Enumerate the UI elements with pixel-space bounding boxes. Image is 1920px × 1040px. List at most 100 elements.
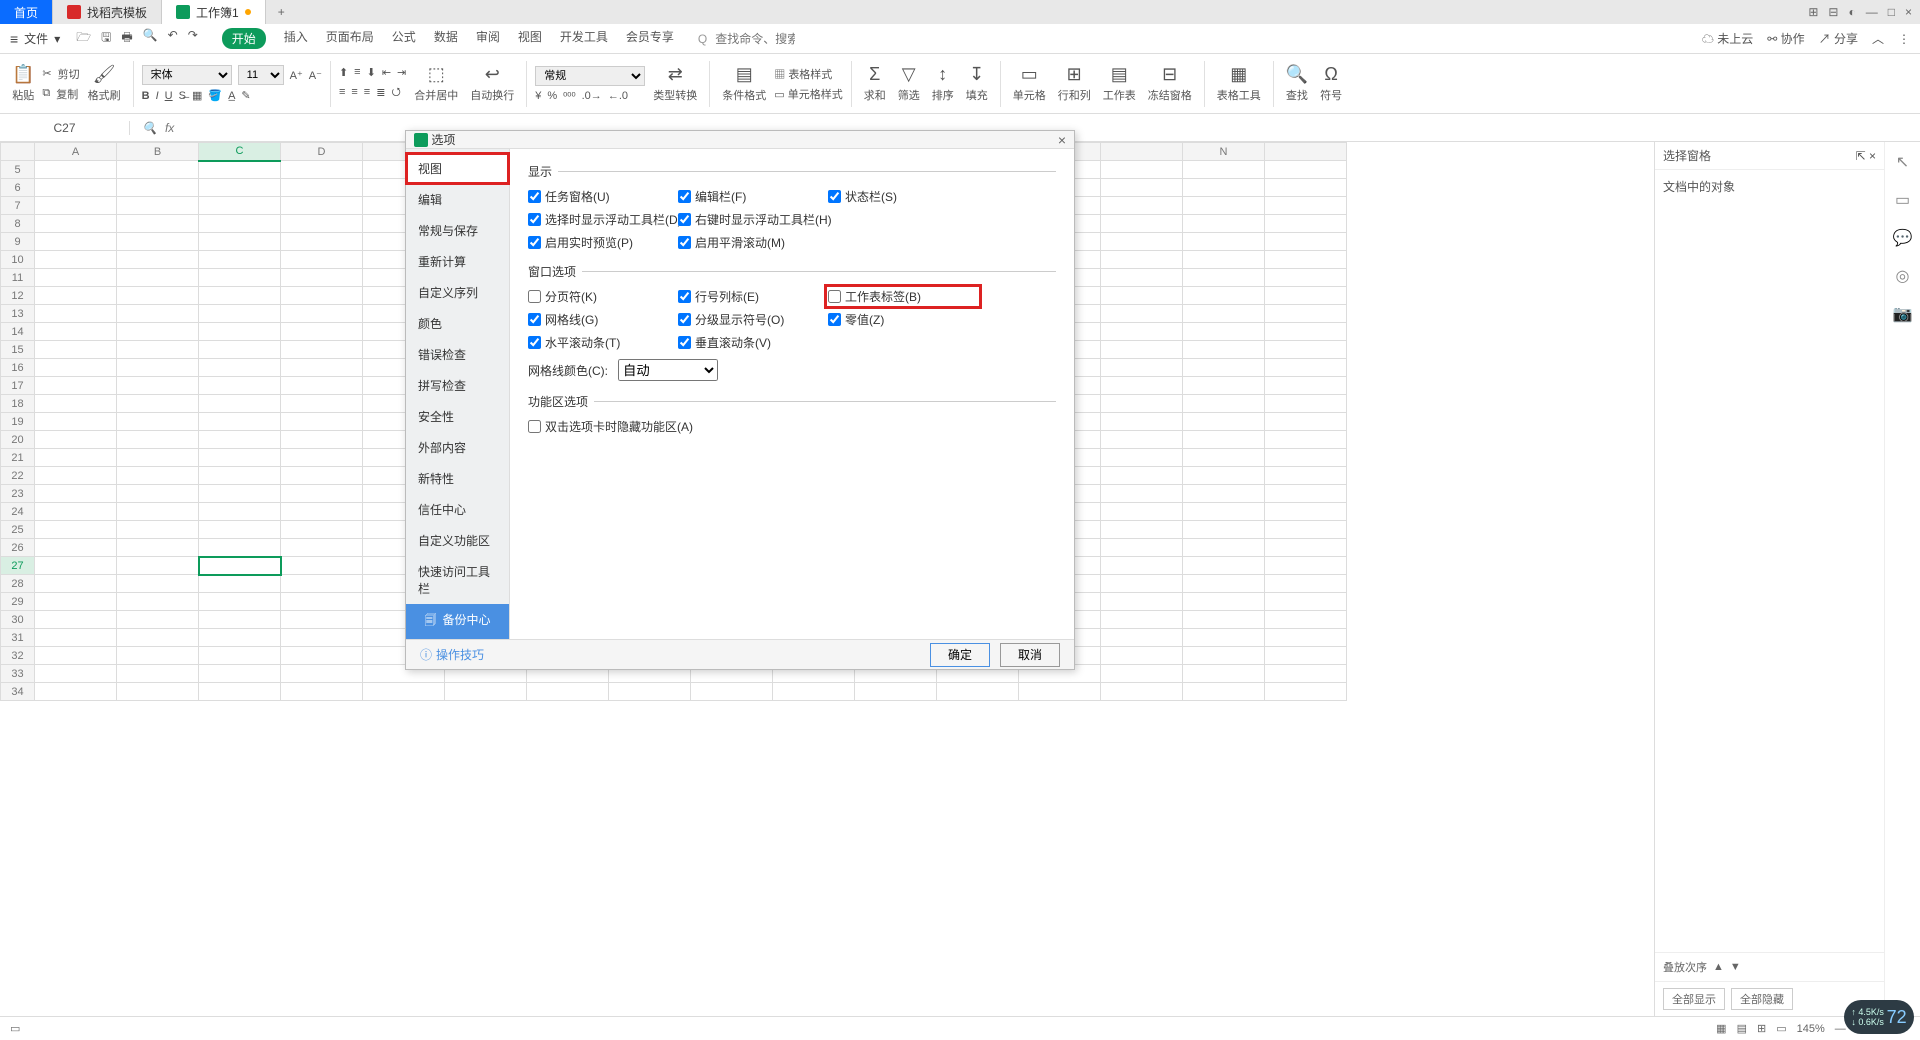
opt-zero[interactable]: 零值(Z) xyxy=(828,311,978,328)
share-button[interactable]: ↗ 分享 xyxy=(1819,30,1858,47)
opt-dblclick-hide[interactable]: 双击选项卡时隐藏功能区(A) xyxy=(528,418,1056,435)
ribbon-tab-view[interactable]: 视图 xyxy=(518,28,542,49)
wrap-text[interactable]: ↩自动换行 xyxy=(466,64,518,103)
layout-icon[interactable]: ⊞ xyxy=(1808,5,1818,19)
phonetic-icon[interactable]: ✎ xyxy=(241,89,250,102)
table-style[interactable]: ▦ 表格样式 xyxy=(774,66,842,82)
format-painter[interactable]: 🖌格式刷 xyxy=(84,64,125,103)
nav-newfeature[interactable]: 新特性 xyxy=(406,463,509,494)
cut-icon[interactable]: ✂ xyxy=(42,67,51,80)
minimize-button[interactable]: — xyxy=(1866,5,1878,19)
show-all-button[interactable]: 全部显示 xyxy=(1663,988,1725,1010)
new-tab-button[interactable]: + xyxy=(266,5,297,19)
nav-customlist[interactable]: 自定义序列 xyxy=(406,277,509,308)
nav-edit[interactable]: 编辑 xyxy=(406,184,509,215)
copy-icon[interactable]: ⧉ xyxy=(42,87,50,100)
name-box[interactable]: C27 xyxy=(0,121,130,135)
send-backward-icon[interactable]: ▼ xyxy=(1730,961,1741,973)
opt-livepreview[interactable]: 启用实时预览(P) xyxy=(528,234,668,251)
ribbon-tab-review[interactable]: 审阅 xyxy=(476,28,500,49)
tab-workbook1[interactable]: 工作簿1 xyxy=(162,0,266,24)
table-tool[interactable]: ▦表格工具 xyxy=(1213,64,1265,103)
rowcol[interactable]: ⊞行和列 xyxy=(1054,64,1095,103)
pane-pin-icon[interactable]: ⇱ xyxy=(1856,149,1866,163)
nav-general[interactable]: 常规与保存 xyxy=(406,215,509,246)
ribbon-tab-dev[interactable]: 开发工具 xyxy=(560,28,608,49)
opt-gridline[interactable]: 网格线(G) xyxy=(528,311,668,328)
currency-icon[interactable]: ¥ xyxy=(535,90,541,102)
opt-hscroll[interactable]: 水平滚动条(T) xyxy=(528,334,668,351)
font-size-select[interactable]: 11 xyxy=(238,65,284,85)
dialog-close-button[interactable]: × xyxy=(1058,132,1066,148)
opt-rclickfloat[interactable]: 右键时显示浮动工具栏(H) xyxy=(678,211,818,228)
apps-icon[interactable]: ⊟ xyxy=(1828,5,1838,19)
ribbon-tab-insert[interactable]: 插入 xyxy=(284,28,308,49)
view-normal-icon[interactable]: ▦ xyxy=(1716,1022,1726,1035)
fill-color-icon[interactable]: 🪣 xyxy=(208,89,222,102)
opt-outline[interactable]: 分级显示符号(O) xyxy=(678,311,818,328)
nav-backup-center[interactable]: 🗐备份中心 xyxy=(406,604,509,639)
qat-preview-icon[interactable]: 🔍 xyxy=(143,28,158,49)
file-menu[interactable]: 文件 xyxy=(24,30,48,47)
qat-redo-icon[interactable]: ↷ xyxy=(188,28,198,49)
fill[interactable]: ↧填充 xyxy=(962,64,992,103)
qat-open-icon[interactable]: 🗁 xyxy=(76,28,91,49)
tab-home[interactable]: 首页 xyxy=(0,0,53,24)
orientation-icon[interactable]: ⭯ xyxy=(391,83,400,102)
nav-errorcheck[interactable]: 错误检查 xyxy=(406,339,509,370)
opt-rowcolhdr[interactable]: 行号列标(E) xyxy=(678,288,818,305)
hamburger-icon[interactable]: ≡ xyxy=(10,31,18,47)
indent-dec-icon[interactable]: ⇤ xyxy=(382,66,391,79)
gridline-color-select[interactable]: 自动 xyxy=(618,359,718,381)
align-right-icon[interactable]: ≡ xyxy=(364,86,370,98)
align-left-icon[interactable]: ≡ xyxy=(339,86,345,98)
tab-doke[interactable]: 找稻壳模板 xyxy=(53,0,162,24)
dec-inc-icon[interactable]: .0→ xyxy=(582,90,602,102)
align-bot-icon[interactable]: ⬇ xyxy=(367,66,376,79)
number-format-select[interactable]: 常规 xyxy=(535,66,645,86)
ribbon-tab-member[interactable]: 会员专享 xyxy=(626,28,674,49)
bold-icon[interactable]: B xyxy=(142,90,150,102)
copy-label[interactable]: 复制 xyxy=(56,86,78,102)
zoom-out-button[interactable]: — xyxy=(1835,1023,1846,1035)
cell-style[interactable]: ▭ 单元格样式 xyxy=(774,86,842,102)
nav-customribbon[interactable]: 自定义功能区 xyxy=(406,525,509,556)
sort[interactable]: ↕排序 xyxy=(928,64,958,103)
ribbon-collapse-icon[interactable]: ︿ xyxy=(1872,30,1884,47)
cond-format[interactable]: ▤条件格式 xyxy=(718,64,770,103)
underline-icon[interactable]: U xyxy=(165,90,173,102)
command-search-input[interactable] xyxy=(715,32,795,46)
shrink-font-icon[interactable]: A⁻ xyxy=(309,69,322,82)
nav-qat[interactable]: 快速访问工具栏 xyxy=(406,556,509,604)
rail-chat-icon[interactable]: 💬 xyxy=(1893,228,1913,248)
font-select[interactable]: 宋体 xyxy=(142,65,232,85)
grow-font-icon[interactable]: A⁺ xyxy=(290,69,303,82)
collab-button[interactable]: ⚯ 协作 xyxy=(1767,30,1804,47)
italic-icon[interactable]: I xyxy=(156,90,159,102)
close-button[interactable]: × xyxy=(1905,5,1912,19)
command-search[interactable]: Q xyxy=(698,32,795,46)
view-break-icon[interactable]: ⊞ xyxy=(1757,1022,1766,1035)
ribbon-tab-layout[interactable]: 页面布局 xyxy=(326,28,374,49)
dec-dec-icon[interactable]: ←.0 xyxy=(608,90,628,102)
opt-editbar[interactable]: 编辑栏(F) xyxy=(678,188,818,205)
opt-statusbar[interactable]: 状态栏(S) xyxy=(828,188,968,205)
nav-external[interactable]: 外部内容 xyxy=(406,432,509,463)
bring-forward-icon[interactable]: ▲ xyxy=(1713,961,1724,973)
ribbon-tab-start[interactable]: 开始 xyxy=(222,28,266,49)
ribbon-tab-formula[interactable]: 公式 xyxy=(392,28,416,49)
opt-selfloat[interactable]: 选择时显示浮动工具栏(D) xyxy=(528,211,668,228)
border-icon[interactable]: ▦ xyxy=(192,89,202,102)
rail-select-icon[interactable]: ↖ xyxy=(1896,152,1909,172)
opt-pagebreak[interactable]: 分页符(K) xyxy=(528,288,668,305)
percent-icon[interactable]: % xyxy=(547,90,557,102)
pane-close-icon[interactable]: × xyxy=(1869,149,1876,163)
nav-view[interactable]: 视图 xyxy=(406,153,509,184)
align-top-icon[interactable]: ⬆ xyxy=(339,66,348,79)
status-sheet-icon[interactable]: ▭ xyxy=(10,1022,20,1035)
symbol[interactable]: Ω符号 xyxy=(1316,64,1346,103)
nav-spellcheck[interactable]: 拼写检查 xyxy=(406,370,509,401)
indent-inc-icon[interactable]: ⇥ xyxy=(397,66,406,79)
ok-button[interactable]: 确定 xyxy=(930,643,990,667)
filter[interactable]: ▽筛选 xyxy=(894,64,924,103)
